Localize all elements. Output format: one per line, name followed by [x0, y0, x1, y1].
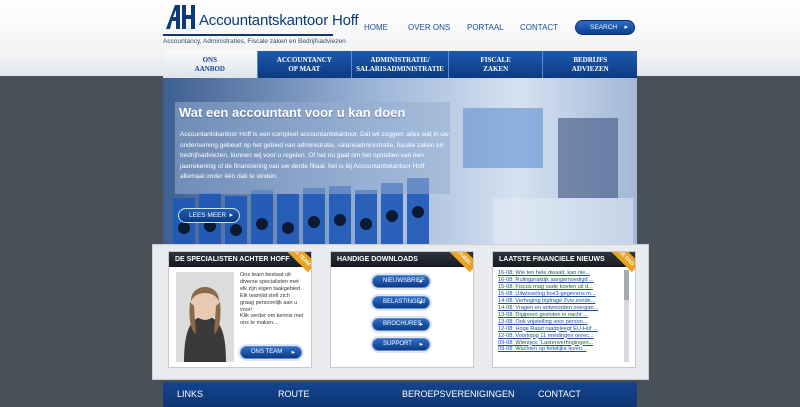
mainnav-label: BEDRIJFS — [573, 55, 608, 64]
download-label: SUPPORT — [383, 341, 412, 347]
footer-links-link[interactable]: LINKS — [177, 389, 203, 399]
news-item[interactable]: 13-08: Ook vrijstelling voor person... — [498, 319, 621, 326]
nav-contact[interactable]: CONTACT — [520, 23, 558, 32]
arrow-right-icon: ▸ — [419, 321, 423, 328]
team-ribbon: ONS TEAM — [287, 252, 311, 273]
mainnav-accountancy[interactable]: ACCOUNTANCY OP MAAT — [257, 51, 353, 78]
mainnav-label: OP MAAT — [288, 64, 321, 73]
footer-contact-link[interactable]: CONTACT — [538, 389, 581, 399]
download-label: BROCHURES — [383, 321, 422, 327]
hero-title: Wat een accountant voor u kan doen — [179, 105, 406, 120]
ons-team-button[interactable]: ONS TEAM ▸ — [240, 346, 302, 359]
footer-beroepsverenigingen-link[interactable]: BEROEPSVERENIGINGEN — [402, 389, 515, 399]
brochures-button[interactable]: BROCHURES ▸ — [372, 318, 430, 331]
news-item[interactable]: 16-08: Rulingpraktijk aangemoedigd ... — [498, 277, 621, 284]
team-panel-title: DE SPECIALISTEN ACHTER HOFF — [175, 256, 290, 263]
news-item[interactable]: 12-08: Voorlopig 11 meldingen onrec... — [498, 333, 621, 340]
mainnav-label: AANBOD — [194, 64, 225, 73]
nieuwsbrief-button[interactable]: NIEUWSBRIEF ▸ — [372, 275, 430, 288]
mainnav-administratie[interactable]: ADMINISTRATIE/SALARISADMINISTRATIE — [352, 51, 449, 78]
ons-team-label: ONS TEAM — [251, 349, 283, 355]
mainnav-label: ZAKEN — [483, 64, 509, 73]
scrollbar-thumb[interactable] — [624, 270, 629, 300]
search-label: SEARCH — [590, 24, 618, 31]
search-button[interactable]: SEARCH ▸ — [575, 20, 635, 35]
news-item[interactable]: 12-08: Hoge Raad raadpleegt EU-Hof ... — [498, 326, 621, 333]
mainnav-label: ADMINISTRATIE/ — [370, 55, 430, 64]
logo-icon[interactable] — [164, 4, 196, 30]
lees-meer-label: LEES MEER — [189, 212, 227, 219]
mainnav-label: ONS — [202, 55, 217, 64]
mainnav-ons-aanbod[interactable]: ONS AANBOD — [163, 51, 258, 78]
team-photo — [176, 272, 234, 362]
news-item[interactable]: 16-08: Wie ten hele dwaalt, kan nie... — [498, 270, 621, 277]
download-label: BELASTINGEN — [383, 299, 426, 305]
downloads-ribbon: AKTUEEL — [449, 252, 473, 273]
news-item[interactable]: 09-08: Wachten op feitelijke leveri... — [498, 346, 621, 353]
arrow-right-icon: ▸ — [419, 341, 423, 348]
news-item[interactable]: 14-08: Verhoging bijdrage Zvw zonde... — [498, 298, 621, 305]
arrow-right-icon: ▸ — [419, 278, 423, 285]
ribbon: AKTUEEL — [449, 252, 473, 276]
news-scrollbar[interactable] — [624, 270, 629, 362]
mainnav-label: FISCALE — [480, 55, 511, 64]
nav-home[interactable]: HOME — [364, 23, 388, 32]
belastingen-button[interactable]: BELASTINGEN ▸ — [372, 296, 430, 309]
arrow-right-icon: ▸ — [419, 299, 423, 306]
mainnav-label: SALARISADMINISTRATIE — [356, 64, 444, 73]
hero-text: Accountantskantoor Hoff is een compleet … — [180, 131, 449, 180]
mainnav-bedrijfsadviezen[interactable]: BEDRIJFS ADVIEZEN — [543, 51, 638, 78]
news-list: 16-08: Wie ten hele dwaalt, kan nie... 1… — [498, 270, 621, 353]
news-item[interactable]: 13-08: Digipoort gesloten in nacht ... — [498, 312, 621, 319]
logo-divider — [163, 34, 333, 36]
main-nav: ONS AANBOD ACCOUNTANCY OP MAAT ADMINISTRAT… — [163, 51, 638, 78]
news-item[interactable]: 15-08: Fiscus mag oude koelen uit d... — [498, 284, 621, 291]
mainnav-label: ACCOUNTANCY — [276, 55, 332, 64]
mainnav-fiscale-zaken[interactable]: FISCALE ZAKEN — [448, 51, 544, 78]
arrow-right-icon: ▸ — [291, 349, 295, 356]
nav-portaal[interactable]: PORTAAL — [467, 23, 504, 32]
news-item[interactable]: 14-08: Vragen en antwoorden overgan... — [498, 305, 621, 312]
arrow-right-icon: ▸ — [624, 24, 628, 31]
news-panel-title: LAATSTE FINANCIELE NIEUWS — [499, 256, 605, 263]
support-button[interactable]: SUPPORT ▸ — [372, 338, 430, 351]
lees-meer-button[interactable]: LEES MEER ▸ — [178, 208, 240, 223]
news-item[interactable]: 09-08: Wientjes: 'Lastenverhogingen... — [498, 340, 621, 347]
nav-over-ons[interactable]: OVER ONS — [408, 23, 450, 32]
team-more-text: Klik verder om kennis met ons te maken..… — [240, 313, 304, 326]
arrow-right-icon: ▸ — [229, 212, 233, 219]
logo-tagline: Accountancy, Administraties, Fiscale zak… — [163, 38, 346, 45]
downloads-panel-title: HANDIGE DOWNLOADS — [337, 256, 418, 263]
footer-route-link[interactable]: ROUTE — [278, 389, 310, 399]
news-item[interactable]: 15-08: Uitwisseling box3-gegevens m... — [498, 291, 621, 298]
download-label: NIEUWSBRIEF — [383, 278, 425, 284]
team-intro: Ons team bestaat uit diverse specialiste… — [240, 272, 302, 313]
mainnav-label: ADVIEZEN — [571, 64, 609, 73]
logo-text[interactable]: Accountantskantoor Hoff — [199, 12, 359, 29]
